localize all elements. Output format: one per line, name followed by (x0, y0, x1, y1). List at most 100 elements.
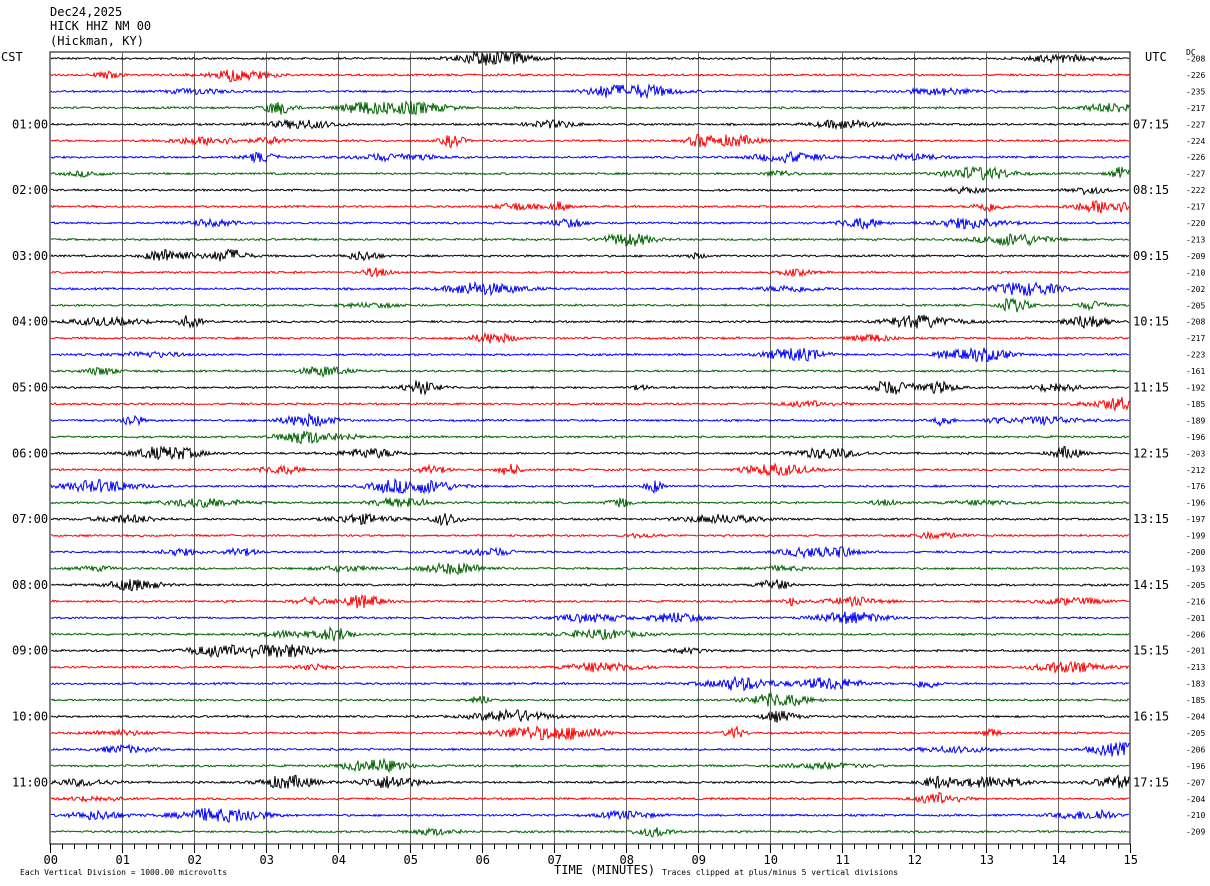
seismic-trace (50, 691, 1130, 707)
dc-offset-label: -208 (1186, 318, 1205, 327)
dc-offset-label: -212 (1186, 466, 1205, 475)
seismic-trace (50, 267, 1130, 278)
dc-offset-label: -213 (1186, 663, 1205, 672)
cst-hour-label: 01:00 (12, 117, 48, 131)
dc-offset-label: -196 (1186, 433, 1205, 442)
seismic-trace (51, 530, 1130, 541)
seismic-trace (50, 151, 1130, 164)
dc-offset-label: -235 (1186, 87, 1205, 96)
seismic-trace (50, 50, 1130, 66)
seismic-trace (50, 280, 1130, 297)
dc-offset-label: -204 (1186, 713, 1205, 722)
x-tick-label: 14 (1052, 853, 1066, 867)
dc-offset-label: -208 (1186, 55, 1205, 64)
dc-offset-label: -192 (1186, 384, 1205, 393)
x-tick-label: 04 (332, 853, 346, 867)
x-tick-label: 00 (44, 853, 58, 867)
dc-offset-label: -197 (1186, 515, 1205, 524)
x-tick-label: 01 (116, 853, 130, 867)
seismic-trace (50, 217, 1130, 230)
utc-time-label: 13:15 (1133, 512, 1169, 526)
seismic-trace (50, 660, 1130, 674)
cst-hour-label: 08:00 (12, 578, 48, 592)
seismic-trace (50, 611, 1130, 625)
dc-offset-label: -227 (1186, 120, 1205, 129)
seismic-trace (50, 757, 1130, 774)
utc-time-label: 09:15 (1133, 249, 1169, 263)
seismic-trace (50, 83, 1130, 100)
dc-offset-label: -189 (1186, 416, 1205, 425)
trace-group (50, 50, 1130, 838)
utc-time-label: 08:15 (1133, 183, 1169, 197)
dc-offset-label: -183 (1186, 680, 1205, 689)
seismic-trace (50, 412, 1130, 428)
x-tick-label: 02 (188, 853, 202, 867)
seismic-trace (50, 496, 1130, 509)
cst-hour-label: 10:00 (12, 710, 48, 724)
dc-offset-label: -206 (1186, 630, 1205, 639)
dc-offset-label: -209 (1186, 828, 1205, 837)
utc-time-label: 11:15 (1133, 381, 1169, 395)
seismic-trace (50, 625, 1130, 642)
dc-offset-label: -185 (1186, 696, 1205, 705)
seismic-trace (50, 644, 1130, 660)
dc-offset-label: -201 (1186, 647, 1205, 656)
cst-hour-label: 03:00 (12, 249, 48, 263)
dc-offset-label: -217 (1186, 334, 1205, 343)
dc-offset-label: -196 (1186, 499, 1205, 508)
cst-hour-label: 02:00 (12, 183, 48, 197)
dc-offset-label: -204 (1186, 795, 1205, 804)
seismic-trace (50, 477, 1130, 495)
x-tick-label: 15 (1124, 853, 1138, 867)
seismogram-plot: -208 -226 -235 -217 -227 -224 -226 -227 -222 -217… (12, 50, 1205, 868)
dc-offset-label: -176 (1186, 482, 1205, 491)
seismic-trace (50, 593, 1130, 609)
seismic-trace (50, 165, 1130, 181)
dc-offset-label: -193 (1186, 564, 1205, 573)
seismic-trace (50, 233, 1130, 247)
x-tick-label: 03 (260, 853, 274, 867)
axis-labels: -208 -226 -235 -217 -227 -224 -226 -227 -222 -217… (12, 55, 1205, 868)
dc-offset-label: -222 (1186, 186, 1205, 195)
utc-time-label: 17:15 (1133, 775, 1169, 789)
seismic-trace (50, 431, 1130, 445)
seismic-trace (50, 314, 1130, 329)
seismic-trace (50, 248, 1130, 262)
cst-hour-label: 07:00 (12, 512, 48, 526)
utc-time-label: 12:15 (1133, 446, 1169, 460)
utc-time-label: 10:15 (1133, 315, 1169, 329)
seismic-trace (50, 69, 1130, 83)
dc-offset-label: -223 (1186, 351, 1205, 360)
utc-time-label: 14:15 (1133, 578, 1169, 592)
seismic-trace (50, 773, 1130, 789)
seismic-trace (50, 579, 1130, 592)
dc-offset-label: -220 (1186, 219, 1205, 228)
dc-offset-label: -202 (1186, 285, 1205, 294)
dc-offset-label: -205 (1186, 301, 1205, 310)
dc-offset-label: -210 (1186, 268, 1205, 277)
utc-time-label: 16:15 (1133, 710, 1169, 724)
seismic-trace (50, 100, 1130, 116)
seismic-trace (50, 462, 1130, 477)
x-tick-label: 09 (692, 853, 706, 867)
cst-hour-label: 05:00 (12, 381, 48, 395)
x-tick-label: 11 (836, 853, 850, 867)
x-tick-marks (50, 844, 1131, 853)
scale-note: Each Vertical Division = 1000.00 microvo… (20, 868, 228, 877)
seismic-trace (50, 133, 1130, 149)
dc-offset-label: -224 (1186, 137, 1205, 146)
dc-offset-label: -227 (1186, 170, 1205, 179)
dc-offset-label: -226 (1186, 71, 1205, 80)
dc-offset-label: -196 (1186, 762, 1205, 771)
x-tick-label: 12 (908, 853, 922, 867)
dc-offset-label: -185 (1186, 400, 1205, 409)
dc-offset-label: -203 (1186, 449, 1205, 458)
seismic-trace (50, 741, 1130, 757)
seismic-trace (50, 808, 1129, 823)
dc-offset-label: -226 (1186, 153, 1205, 162)
x-tick-label: 05 (404, 853, 418, 867)
dc-offset-label: -161 (1186, 367, 1205, 376)
seismic-trace (50, 365, 1130, 379)
seismic-trace (50, 445, 1130, 460)
clipping-note: Traces clipped at plus/minus 5 vertical … (662, 868, 899, 877)
